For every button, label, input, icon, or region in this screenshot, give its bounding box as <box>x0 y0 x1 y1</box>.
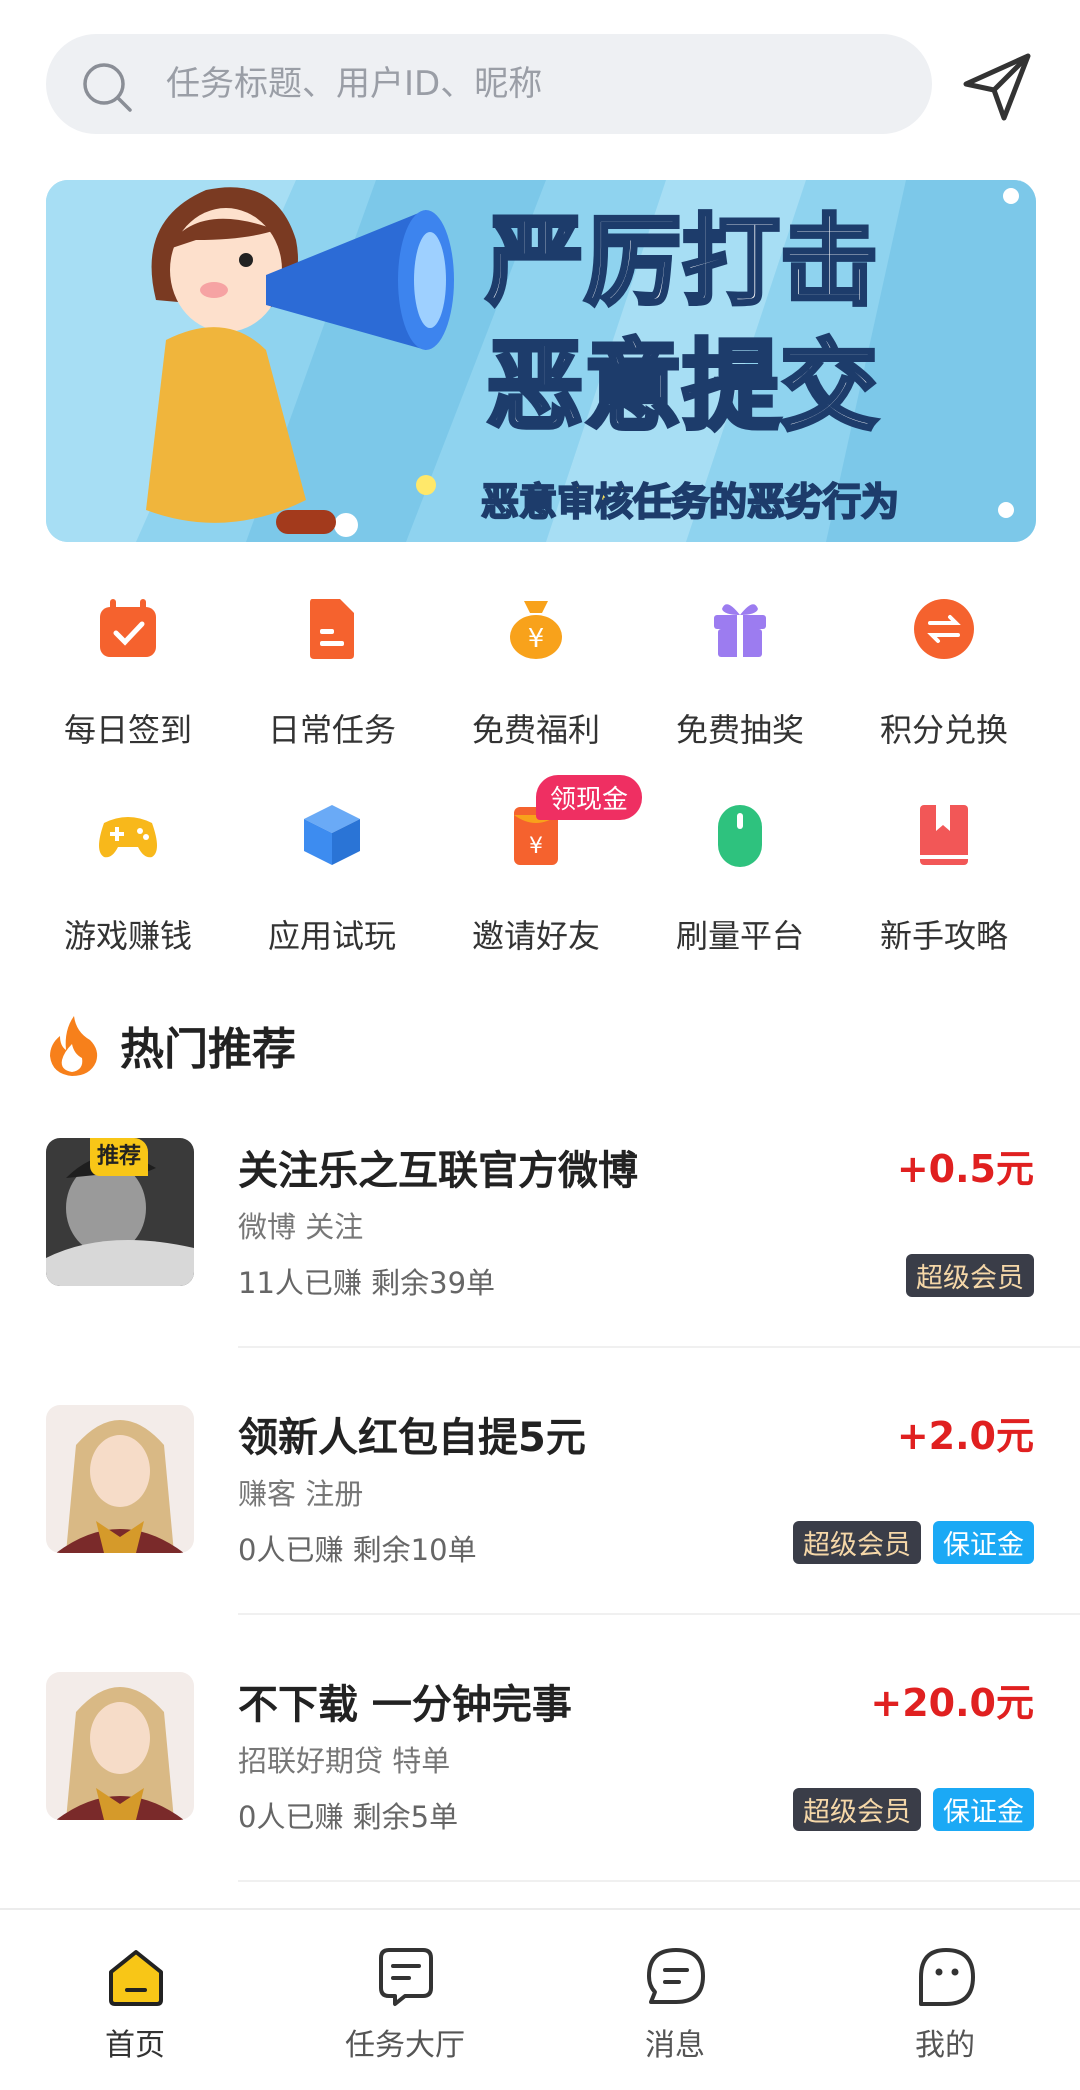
grid-item-label: 应用试玩 <box>267 917 396 955</box>
mouse-icon <box>718 805 762 867</box>
grid-item-app-trial[interactable]: 应用试玩 <box>230 801 434 971</box>
message-icon <box>647 1948 705 2004</box>
gift-icon <box>714 604 766 657</box>
tab-label: 我的 <box>915 2028 975 2063</box>
recommend-tag: 推荐 <box>90 1138 148 1176</box>
grid-item-points-exchange[interactable]: 积分兑换 <box>842 595 1046 765</box>
divider <box>238 1880 1080 1882</box>
task-hall-icon <box>379 1948 433 2006</box>
banner-line1: 严厉打击 <box>486 205 878 319</box>
task-stats: 0人已赚 剩余5单 <box>238 1800 459 1834</box>
task-thumbnail <box>46 1672 194 1820</box>
grid-item-daily-checkin[interactable]: 每日签到 <box>26 595 230 765</box>
banner-line2: 恶意提交 <box>486 330 878 444</box>
gamepad-icon <box>99 817 157 858</box>
tab-label: 任务大厅 <box>345 2028 465 2063</box>
tab-task-hall[interactable]: 任务大厅 <box>270 1910 540 2090</box>
banner-caption: 恶意审核任务的恶劣行为 <box>481 480 899 524</box>
exchange-icon <box>914 599 974 659</box>
grid-item-traffic-platform[interactable]: 刷量平台 <box>638 801 842 971</box>
book-icon <box>920 805 968 865</box>
profile-icon <box>919 1948 975 2006</box>
grid-item-free-welfare[interactable]: ¥ 免费福利 <box>434 595 638 765</box>
task-subtitle: 招联好期贷 特单 <box>238 1744 451 1778</box>
task-title: 不下载 一分钟完事 <box>238 1682 572 1728</box>
section-header: 热门推荐 <box>46 1010 296 1080</box>
task-card[interactable]: 推荐 关注乐之互联官方微博 微博 关注 11人已赚 剩余39单 +0.5元 超级… <box>0 1138 1080 1405</box>
task-card[interactable]: 领新人红包自提5元 赚客 注册 0人已赚 剩余10单 +2.0元 超级会员 保证… <box>0 1405 1080 1672</box>
document-icon <box>310 599 354 659</box>
vip-tag: 超级会员 <box>793 1521 921 1564</box>
fire-icon <box>50 1016 98 1076</box>
money-bag-icon: ¥ <box>510 601 562 659</box>
deposit-tag: 保证金 <box>933 1788 1034 1831</box>
grid-item-invite-friends[interactable]: ¥ 邀请好友 <box>434 801 638 971</box>
grid-item-label: 积分兑换 <box>879 711 1008 749</box>
vip-tag: 超级会员 <box>906 1254 1034 1297</box>
grid-item-daily-tasks[interactable]: 日常任务 <box>230 595 434 765</box>
vip-tag: 超级会员 <box>793 1788 921 1831</box>
svg-text:¥: ¥ <box>529 834 543 859</box>
divider <box>238 1346 1080 1348</box>
task-stats: 0人已赚 剩余10单 <box>238 1533 477 1567</box>
search-bar[interactable]: 任务标题、用户ID、昵称 <box>46 34 932 134</box>
svg-text:¥: ¥ <box>528 624 545 654</box>
grid-item-free-lottery[interactable]: 免费抽奖 <box>638 595 842 765</box>
section-title: 热门推荐 <box>120 1024 296 1075</box>
tab-home[interactable]: 首页 <box>0 1910 270 2090</box>
promo-banner[interactable]: 严厉打击 恶意提交 恶意审核任务的恶劣行为 <box>46 180 1036 542</box>
cube-icon <box>304 805 360 865</box>
banner-illustration: 严厉打击 恶意提交 恶意审核任务的恶劣行为 <box>46 180 1036 542</box>
grid-item-label: 日常任务 <box>267 711 396 749</box>
task-stats: 11人已赚 剩余39单 <box>238 1266 496 1300</box>
task-subtitle: 微博 关注 <box>238 1210 364 1244</box>
tab-profile[interactable]: 我的 <box>810 1910 1080 2090</box>
task-card[interactable]: 不下载 一分钟完事 招联好期贷 特单 0人已赚 剩余5单 +20.0元 超级会员… <box>0 1672 1080 1939</box>
grid-item-label: 刷量平台 <box>675 917 804 955</box>
bottom-tab-bar: 首页 任务大厅 消息 我的 <box>0 1908 1080 2090</box>
grid-item-label: 邀请好友 <box>471 917 600 955</box>
task-thumbnail <box>46 1405 194 1553</box>
divider <box>238 1613 1080 1615</box>
home-icon <box>109 1950 163 2006</box>
search-input[interactable]: 任务标题、用户ID、昵称 <box>166 34 542 134</box>
grid-item-label: 游戏赚钱 <box>63 917 192 955</box>
task-title: 领新人红包自提5元 <box>238 1415 586 1461</box>
grid-item-label: 免费福利 <box>471 711 600 749</box>
calendar-check-icon <box>100 599 156 657</box>
cash-badge: 领现金 <box>536 775 643 820</box>
tab-messages[interactable]: 消息 <box>540 1910 810 2090</box>
task-price: +0.5元 <box>896 1147 1034 1191</box>
tab-label: 消息 <box>645 2028 705 2063</box>
task-price: +2.0元 <box>896 1414 1034 1458</box>
grid-item-game-earn[interactable]: 游戏赚钱 <box>26 801 230 971</box>
grid-item-beginner-guide[interactable]: 新手攻略 <box>842 801 1046 971</box>
grid-item-label: 新手攻略 <box>879 917 1008 955</box>
grid-item-label: 免费抽奖 <box>675 711 804 749</box>
task-title: 关注乐之互联官方微博 <box>238 1148 638 1194</box>
task-price: +20.0元 <box>870 1681 1034 1725</box>
task-subtitle: 赚客 注册 <box>238 1477 364 1511</box>
send-icon[interactable] <box>958 48 1036 126</box>
grid-item-label: 每日签到 <box>63 711 192 749</box>
deposit-tag: 保证金 <box>933 1521 1034 1564</box>
tab-label: 首页 <box>105 2028 165 2063</box>
search-icon <box>83 63 132 112</box>
